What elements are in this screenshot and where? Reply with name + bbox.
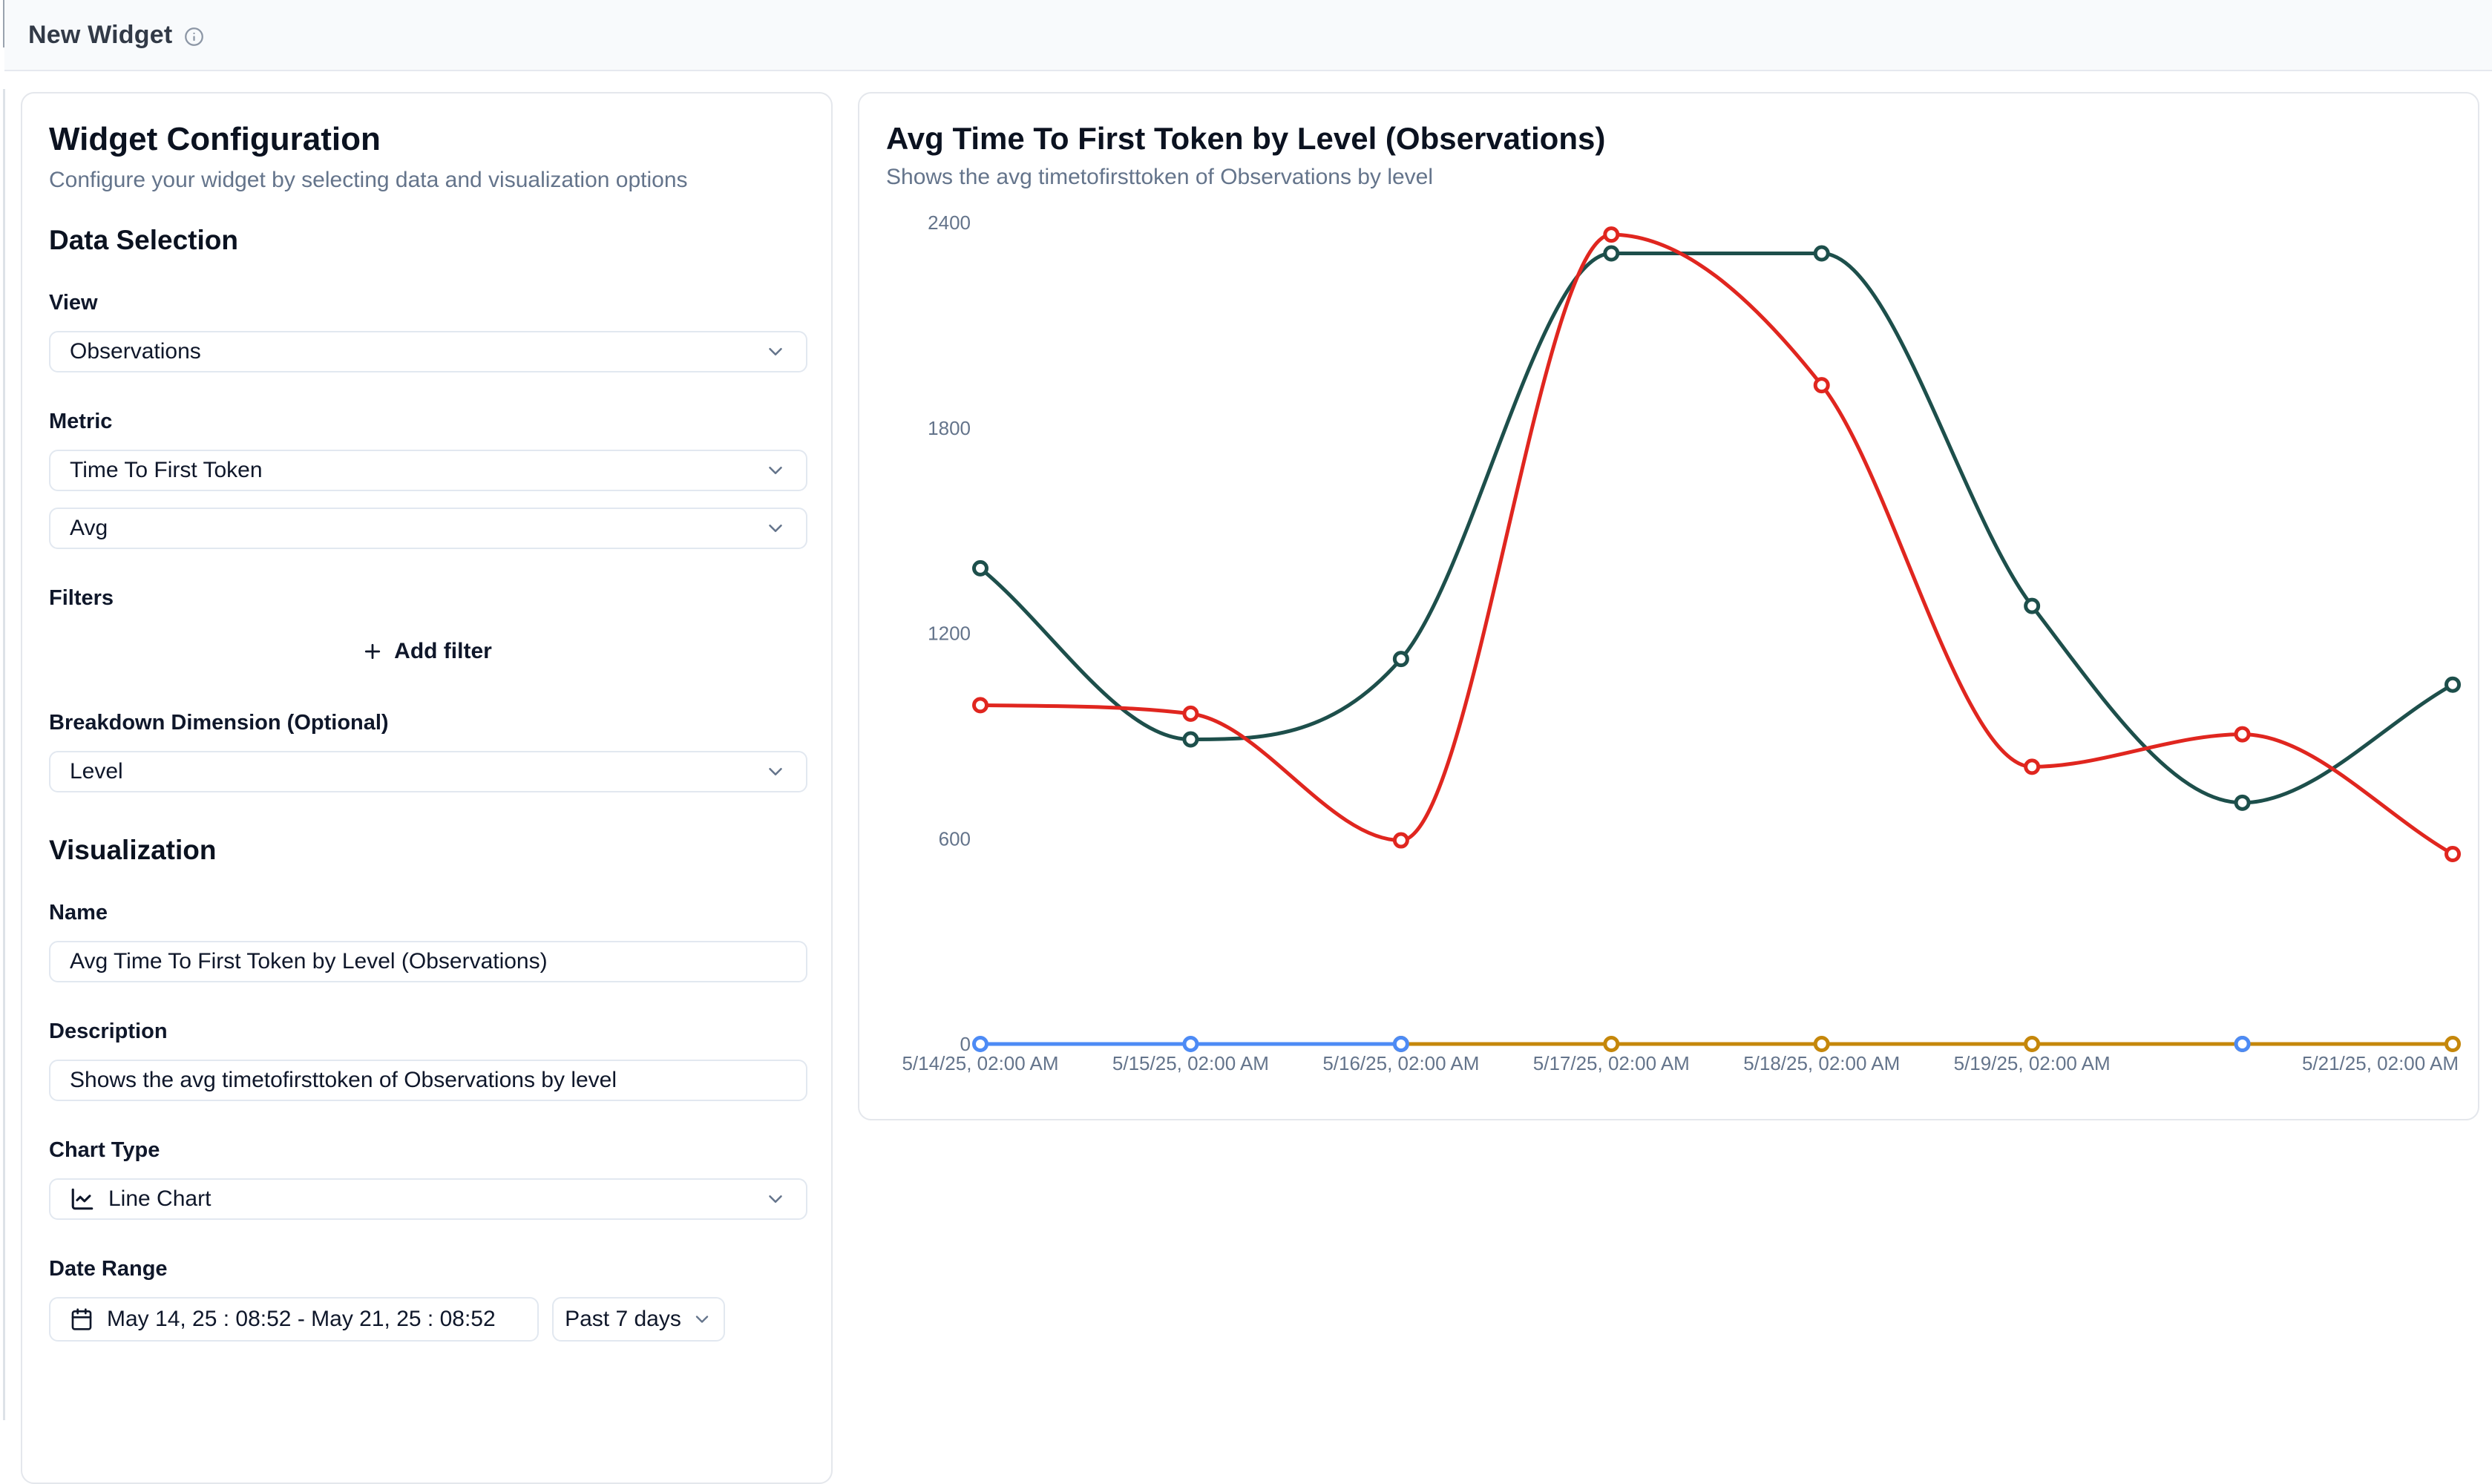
aggregation-select[interactable]: Avg xyxy=(49,508,807,549)
series-red-point xyxy=(2236,728,2249,741)
chart-preview-panel: Avg Time To First Token by Level (Observ… xyxy=(858,92,2479,1120)
calendar-icon xyxy=(70,1307,94,1331)
view-select-value: Observations xyxy=(70,339,764,364)
line-chart[interactable]: 06001200180024005/14/25, 02:00 AM5/15/25… xyxy=(859,93,2481,1122)
series-blue-point xyxy=(1184,1038,1197,1051)
name-input-wrap xyxy=(49,941,807,982)
y-axis-tick-label: 2400 xyxy=(928,211,971,234)
x-axis-tick-label: 5/14/25, 02:00 AM xyxy=(902,1052,1058,1074)
chart-header: Avg Time To First Token by Level (Observ… xyxy=(859,93,2478,191)
data-selection-heading: Data Selection xyxy=(49,224,804,257)
series-teal-point xyxy=(2447,678,2459,691)
page-title: New Widget xyxy=(28,21,172,50)
x-axis-tick-label: 5/16/25, 02:00 AM xyxy=(1322,1052,1479,1074)
series-teal-point xyxy=(2236,796,2249,809)
chart-type-label: Chart Type xyxy=(49,1137,804,1163)
series-teal-point xyxy=(1815,247,1828,260)
y-axis-tick-label: 600 xyxy=(939,827,971,850)
chart-type-select-value: Line Chart xyxy=(108,1186,764,1212)
series-red-point xyxy=(2026,761,2039,773)
series-orange-point xyxy=(2026,1038,2039,1051)
series-orange-point xyxy=(1605,1038,1618,1051)
metric-label: Metric xyxy=(49,408,804,435)
date-preset-value: Past 7 days xyxy=(565,1307,681,1332)
chevron-down-icon xyxy=(764,1188,787,1210)
widget-config-panel: Widget Configuration Configure your widg… xyxy=(21,92,833,1484)
series-orange-point xyxy=(2447,1038,2459,1051)
visualization-heading: Visualization xyxy=(49,834,804,867)
chevron-down-icon xyxy=(764,341,787,363)
series-red-point xyxy=(1184,707,1197,720)
name-input[interactable] xyxy=(70,949,787,974)
series-red-point xyxy=(2447,848,2459,861)
view-select[interactable]: Observations xyxy=(49,331,807,372)
breakdown-select[interactable]: Level xyxy=(49,751,807,792)
add-filter-button[interactable]: Add filter xyxy=(341,629,513,674)
chevron-down-icon xyxy=(692,1309,712,1330)
metric-select-value: Time To First Token xyxy=(70,458,764,483)
description-input-wrap xyxy=(49,1060,807,1101)
y-axis-tick-label: 1200 xyxy=(928,623,971,645)
series-teal-point xyxy=(974,562,987,574)
chevron-down-icon xyxy=(764,517,787,539)
config-panel-subtitle: Configure your widget by selecting data … xyxy=(49,166,804,194)
aggregation-select-value: Avg xyxy=(70,516,764,541)
info-icon[interactable] xyxy=(184,27,204,47)
y-axis-tick-label: 1800 xyxy=(928,417,971,439)
plus-icon xyxy=(361,640,384,663)
series-teal-point xyxy=(1605,247,1618,260)
series-blue-point xyxy=(2236,1038,2249,1051)
chart-title: Avg Time To First Token by Level (Observ… xyxy=(886,120,2451,157)
date-range-button[interactable]: May 14, 25 : 08:52 - May 21, 25 : 08:52 xyxy=(49,1297,539,1342)
date-preset-button[interactable]: Past 7 days xyxy=(552,1297,725,1342)
chart-type-select[interactable]: Line Chart xyxy=(49,1178,807,1220)
series-red-point xyxy=(1394,834,1407,847)
add-filter-row: Add filter xyxy=(49,629,804,674)
x-axis-tick-label: 5/19/25, 02:00 AM xyxy=(1954,1052,2111,1074)
date-range-label: Date Range xyxy=(49,1255,804,1282)
series-orange-point xyxy=(1815,1038,1828,1051)
series-red-line xyxy=(980,234,2453,854)
x-axis-tick-label: 5/17/25, 02:00 AM xyxy=(1533,1052,1690,1074)
series-red-point xyxy=(1815,379,1828,392)
x-axis-tick-label: 5/18/25, 02:00 AM xyxy=(1743,1052,1900,1074)
metric-select[interactable]: Time To First Token xyxy=(49,450,807,491)
x-axis-tick-label: 5/21/25, 02:00 AM xyxy=(2302,1052,2459,1074)
chevron-down-icon xyxy=(764,761,787,783)
chart-subtitle: Shows the avg timetofirsttoken of Observ… xyxy=(886,163,2451,191)
breakdown-select-value: Level xyxy=(70,759,764,784)
chart-line-icon xyxy=(70,1186,95,1212)
series-teal-line xyxy=(980,254,2453,803)
breakdown-label: Breakdown Dimension (Optional) xyxy=(49,709,804,736)
config-panel-title: Widget Configuration xyxy=(49,120,804,159)
add-filter-label: Add filter xyxy=(394,639,492,664)
page-header: New Widget xyxy=(4,0,2492,71)
view-label: View xyxy=(49,289,804,316)
filters-label: Filters xyxy=(49,585,804,611)
series-blue-point xyxy=(974,1038,987,1051)
sidebar-edge-line xyxy=(3,89,5,1420)
series-blue-point xyxy=(1394,1038,1407,1051)
series-teal-point xyxy=(2026,600,2039,612)
x-axis-tick-label: 5/15/25, 02:00 AM xyxy=(1112,1052,1269,1074)
series-teal-point xyxy=(1184,733,1197,746)
date-range-value: May 14, 25 : 08:52 - May 21, 25 : 08:52 xyxy=(107,1307,496,1332)
description-label: Description xyxy=(49,1018,804,1045)
chevron-down-icon xyxy=(764,459,787,482)
description-input[interactable] xyxy=(70,1068,787,1093)
series-teal-point xyxy=(1394,653,1407,666)
date-range-row: May 14, 25 : 08:52 - May 21, 25 : 08:52 … xyxy=(49,1297,804,1342)
series-red-point xyxy=(974,699,987,712)
series-red-point xyxy=(1605,229,1618,241)
name-label: Name xyxy=(49,899,804,926)
